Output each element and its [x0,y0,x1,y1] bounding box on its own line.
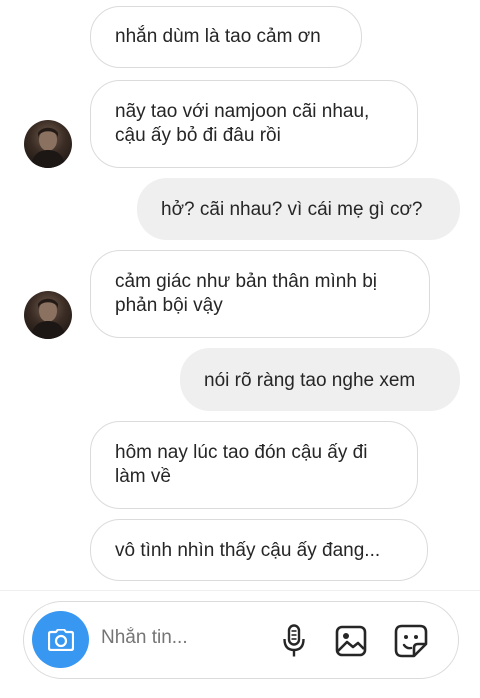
divider [0,590,480,591]
message-text: nói rõ ràng tao nghe xem [204,370,416,391]
message-text: cảm giác như bản thân mình bị phản bội v… [115,271,377,316]
message-text: nhắn dùm là tao cảm ơn [115,26,321,47]
message-bubble[interactable]: hôm nay lúc tao đón cậu ấy đi làm về [90,421,418,509]
message-text: hở? cãi nhau? vì cái mẹ gì cơ? [161,199,423,220]
avatar-image [30,127,66,168]
message-composer [23,601,459,679]
message-text: vô tình nhìn thấy cậu ấy đang... [115,540,381,561]
message-thread: nhắn dùm là tao cảm ơn nãy tao với namjo… [0,0,480,590]
camera-icon [47,628,74,651]
message-bubble[interactable]: hở? cãi nhau? vì cái mẹ gì cơ? [137,178,460,240]
message-bubble[interactable]: nói rõ ràng tao nghe xem [180,348,460,411]
message-bubble[interactable]: cảm giác như bản thân mình bị phản bội v… [90,250,430,338]
message-bubble[interactable]: nhắn dùm là tao cảm ơn [90,6,362,68]
gallery-button[interactable] [333,623,369,659]
avatar-image [30,298,66,339]
camera-button[interactable] [32,611,89,668]
avatar[interactable] [24,291,72,339]
message-text: hôm nay lúc tao đón cậu ấy đi làm về [115,442,368,487]
message-bubble[interactable]: vô tình nhìn thấy cậu ấy đang... [90,519,428,581]
message-input[interactable] [101,627,261,649]
message-text: nãy tao với namjoon cãi nhau, cậu ấy bỏ … [115,101,370,146]
avatar[interactable] [24,120,72,168]
message-bubble[interactable]: nãy tao với namjoon cãi nhau, cậu ấy bỏ … [90,80,418,168]
microphone-button[interactable] [276,623,312,659]
microphone-icon [283,624,305,657]
sticker-icon [394,624,428,658]
sticker-button[interactable] [393,623,429,659]
gallery-icon [335,625,367,657]
